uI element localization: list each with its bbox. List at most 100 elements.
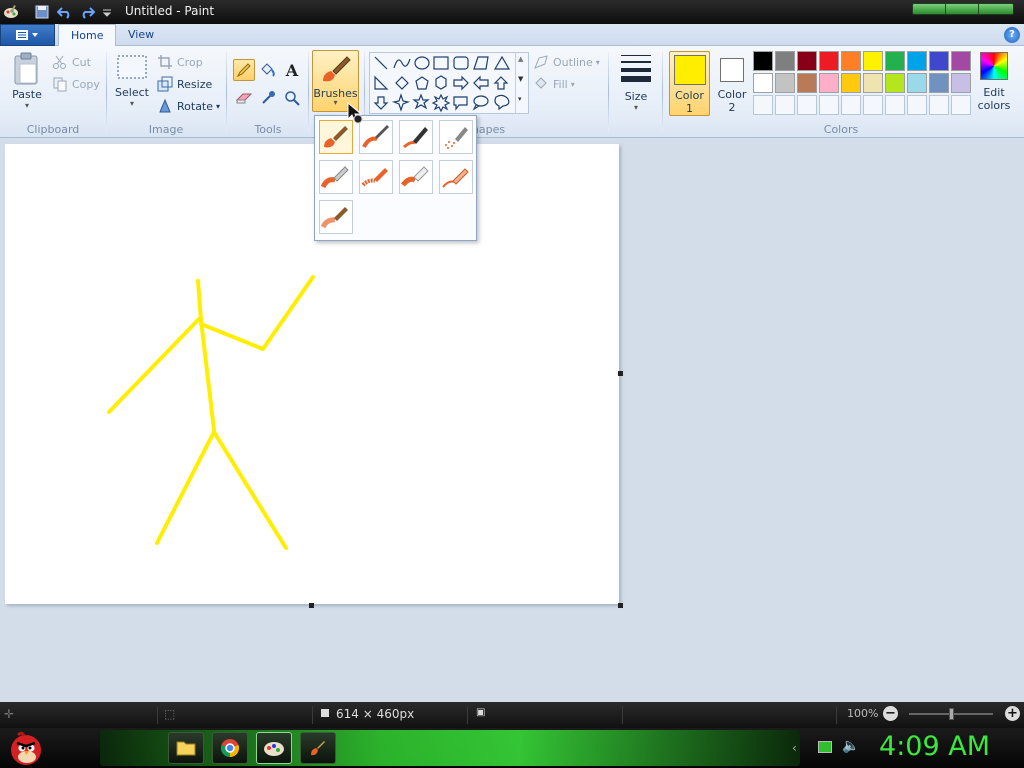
brush-option-watercolor[interactable]	[319, 200, 353, 234]
zoom-out-button[interactable]: −	[883, 706, 898, 721]
taskbar-glow	[100, 730, 800, 766]
brush-option-crayon[interactable]	[359, 160, 393, 194]
resize-button[interactable]: Resize	[157, 74, 212, 94]
palette-swatch[interactable]	[841, 73, 861, 93]
paint-menu-button[interactable]	[0, 24, 55, 46]
palette-swatch[interactable]	[797, 51, 817, 71]
select-button[interactable]: Select ▾	[112, 54, 152, 108]
palette-swatch[interactable]	[819, 51, 839, 71]
brush-option-calligraphy-2[interactable]	[399, 120, 433, 154]
paste-button[interactable]: Paste ▾	[8, 52, 46, 110]
redo-icon[interactable]	[78, 3, 96, 21]
palette-swatch[interactable]	[951, 51, 971, 71]
size-button[interactable]: Size ▾	[616, 52, 656, 112]
scroll-down-icon[interactable]: ▼	[518, 75, 523, 83]
taskbar-clock[interactable]: 4:09 AM	[879, 731, 990, 762]
chevron-down-icon: ▾	[333, 98, 338, 107]
palette-swatch[interactable]	[885, 73, 905, 93]
close-button[interactable]	[979, 4, 1012, 14]
custom-color-slot[interactable]	[753, 95, 773, 115]
save-icon[interactable]	[33, 3, 51, 21]
palette-swatch[interactable]	[753, 73, 773, 93]
custom-color-slot[interactable]	[775, 95, 795, 115]
palette-swatch[interactable]	[863, 51, 883, 71]
rotate-button[interactable]: Rotate ▾	[157, 96, 220, 116]
palette-swatch[interactable]	[863, 73, 883, 93]
rotate-icon	[159, 98, 171, 113]
color1-label: Color	[675, 89, 704, 102]
pencil-tool[interactable]	[233, 59, 255, 81]
tab-view[interactable]: View	[116, 24, 166, 46]
palette-swatch[interactable]	[929, 73, 949, 93]
paint-app-icon[interactable]	[2, 3, 20, 21]
color-picker-tool[interactable]	[257, 87, 279, 109]
expand-gallery-icon[interactable]: ▾	[518, 95, 522, 103]
folder-icon	[176, 741, 196, 756]
zoom-in-button[interactable]: +	[1005, 706, 1020, 721]
brush-option-pencil[interactable]	[439, 160, 473, 194]
drawing-canvas[interactable]	[5, 144, 619, 604]
magnifier-tool[interactable]	[281, 87, 303, 109]
taskbar-explorer[interactable]	[168, 732, 204, 764]
cut-button[interactable]: Cut	[52, 52, 91, 72]
fill-icon	[535, 77, 547, 89]
start-button[interactable]	[6, 729, 46, 767]
palette-swatch[interactable]	[797, 73, 817, 93]
text-tool[interactable]: A	[281, 59, 303, 81]
palette-swatch[interactable]	[841, 51, 861, 71]
scroll-up-icon[interactable]: ▲	[518, 55, 523, 63]
chevron-down-icon: ▾	[129, 99, 134, 108]
tab-home[interactable]: Home	[58, 24, 117, 47]
shapes-scroll[interactable]: ▲ ▼ ▾	[515, 53, 528, 113]
minimize-button[interactable]	[913, 4, 946, 14]
brush-option-oil[interactable]	[319, 160, 353, 194]
custom-color-slot[interactable]	[863, 95, 883, 115]
palette-swatch[interactable]	[885, 51, 905, 71]
palette-swatch[interactable]	[951, 73, 971, 93]
copy-button[interactable]: Copy	[52, 74, 100, 94]
color2-button[interactable]: Color 2	[714, 51, 750, 116]
chrome-icon	[220, 739, 240, 757]
brush-option-airbrush[interactable]	[439, 120, 473, 154]
crop-button[interactable]: Crop	[157, 52, 203, 72]
undo-icon[interactable]	[56, 3, 74, 21]
outline-button[interactable]: Outline ▾	[533, 52, 600, 72]
resize-handle-bottom[interactable]	[309, 603, 314, 608]
maximize-button[interactable]	[946, 4, 979, 14]
volume-icon[interactable]: 🔈	[842, 738, 859, 754]
taskbar-app[interactable]	[300, 732, 336, 764]
palette-swatch[interactable]	[929, 51, 949, 71]
palette-swatch[interactable]	[907, 73, 927, 93]
palette-swatch[interactable]	[819, 73, 839, 93]
palette-swatch[interactable]	[775, 73, 795, 93]
resize-handle-corner[interactable]	[618, 603, 623, 608]
custom-color-slot[interactable]	[797, 95, 817, 115]
taskbar-paint[interactable]	[256, 732, 292, 764]
shapes-gallery: ▲ ▼ ▾	[369, 52, 529, 114]
custom-color-slot[interactable]	[885, 95, 905, 115]
custom-color-slot[interactable]	[841, 95, 861, 115]
color1-button[interactable]: Color 1	[669, 51, 710, 116]
resize-handle-right[interactable]	[618, 371, 623, 376]
paint-palette-icon	[264, 742, 284, 756]
palette-swatch[interactable]	[775, 51, 795, 71]
custom-color-slot[interactable]	[907, 95, 927, 115]
custom-color-slot[interactable]	[929, 95, 949, 115]
resize-label: Resize	[177, 77, 213, 91]
brush-option-marker[interactable]	[399, 160, 433, 194]
custom-color-slot[interactable]	[819, 95, 839, 115]
tray-expand-icon[interactable]: ‹	[792, 741, 797, 755]
eraser-tool[interactable]	[233, 87, 255, 109]
customize-quick-access-icon[interactable]	[98, 3, 116, 21]
palette-swatch[interactable]	[753, 51, 773, 71]
custom-color-slot[interactable]	[951, 95, 971, 115]
zoom-slider-thumb[interactable]	[949, 708, 954, 720]
fill-tool[interactable]	[257, 59, 279, 81]
fill-button[interactable]: Fill ▾	[533, 74, 575, 94]
edit-colors-button[interactable]: Edit colors	[976, 52, 1012, 112]
help-icon[interactable]: ?	[1004, 27, 1020, 43]
network-icon[interactable]	[818, 741, 832, 753]
taskbar-chrome[interactable]	[212, 732, 248, 764]
palette-swatch[interactable]	[907, 51, 927, 71]
rotate-label: Rotate	[177, 99, 214, 113]
